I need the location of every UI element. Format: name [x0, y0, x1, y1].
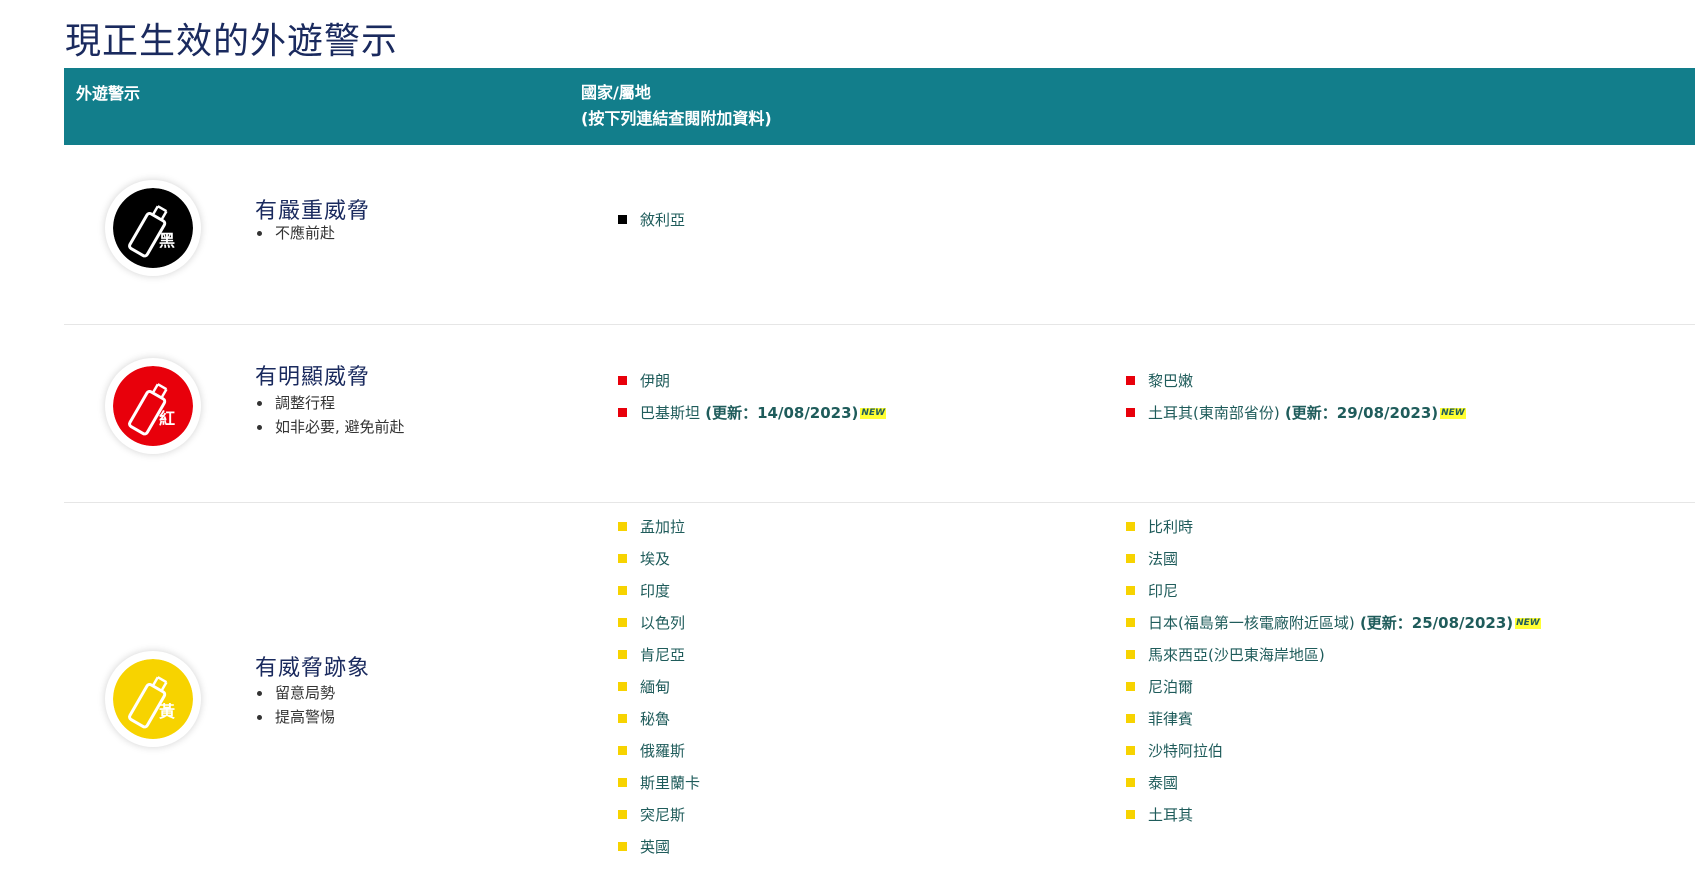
advice-list: 調整行程 如非必要, 避免前赴 — [255, 391, 405, 439]
yellow-square-icon — [618, 554, 627, 563]
yellow-square-icon — [1126, 554, 1135, 563]
country-link[interactable]: 尼泊爾 — [1126, 671, 1541, 703]
advice-item: 調整行程 — [255, 391, 405, 415]
yellow-square-icon — [1126, 586, 1135, 595]
yellow-square-icon — [618, 586, 627, 595]
country-link[interactable]: 菲律賓 — [1126, 703, 1541, 735]
country-link[interactable]: 伊朗 — [618, 365, 886, 397]
yellow-square-icon — [1126, 746, 1135, 755]
alert-row-yellow: 黃 有威脅跡象 留意局勢 提高警惕 孟加拉 埃及 印度 以色列 肯尼亞 緬甸 秘… — [64, 503, 1695, 873]
yellow-square-icon — [618, 778, 627, 787]
black-square-icon — [618, 215, 627, 224]
country-link[interactable]: 日本(福島第一核電廠附近區域) (更新：25/08/2023) NEW — [1126, 607, 1541, 639]
yellow-square-icon — [618, 714, 627, 723]
suitcase-icon: 黃 — [113, 659, 193, 739]
new-badge: NEW — [1515, 618, 1541, 629]
country-link[interactable]: 秘魯 — [618, 703, 700, 735]
yellow-alert-badge: 黃 — [105, 651, 201, 747]
country-link[interactable]: 法國 — [1126, 543, 1541, 575]
badge-char: 紅 — [159, 409, 175, 428]
country-link[interactable]: 馬來西亞(沙巴東海岸地區) — [1126, 639, 1541, 671]
advice-list: 留意局勢 提高警惕 — [255, 681, 335, 729]
red-square-icon — [1126, 376, 1135, 385]
yellow-square-icon — [1126, 778, 1135, 787]
country-link[interactable]: 英國 — [618, 831, 700, 863]
page-title: 現正生效的外遊警示 — [65, 21, 399, 62]
yellow-square-icon — [618, 618, 627, 627]
country-link[interactable]: 黎巴嫩 — [1126, 365, 1466, 397]
header-country-column: 國家/屬地 (按下列連結查閱附加資料) — [581, 80, 772, 132]
yellow-square-icon — [618, 650, 627, 659]
country-list-col1: 敘利亞 — [618, 204, 685, 236]
red-square-icon — [618, 376, 627, 385]
country-link[interactable]: 緬甸 — [618, 671, 700, 703]
yellow-square-icon — [1126, 682, 1135, 691]
advice-item: 提高警惕 — [255, 705, 335, 729]
red-alert-badge: 紅 — [105, 358, 201, 454]
yellow-square-icon — [1126, 810, 1135, 819]
header-country-title: 國家/屬地 — [581, 83, 651, 102]
country-list-col1: 伊朗 巴基斯坦 (更新：14/08/2023) NEW — [618, 365, 887, 429]
black-alert-badge: 黑 — [105, 180, 201, 276]
country-link[interactable]: 土耳其(東南部省份) (更新：29/08/2023) NEW — [1126, 397, 1466, 429]
level-title: 有明顯威脅 — [255, 365, 371, 390]
yellow-square-icon — [1126, 714, 1135, 723]
header-country-subtitle: (按下列連結查閱附加資料) — [581, 109, 772, 128]
badge-char: 黃 — [158, 702, 175, 721]
country-link[interactable]: 泰國 — [1126, 767, 1541, 799]
yellow-square-icon — [1126, 618, 1135, 627]
country-link[interactable]: 孟加拉 — [618, 511, 700, 543]
red-square-icon — [1126, 408, 1135, 417]
new-badge: NEW — [860, 408, 887, 419]
yellow-square-icon — [618, 682, 627, 691]
yellow-square-icon — [618, 810, 627, 819]
header-alert-column: 外遊警示 — [76, 84, 141, 103]
suitcase-icon: 紅 — [113, 366, 193, 446]
new-badge: NEW — [1440, 408, 1466, 419]
country-link[interactable]: 俄羅斯 — [618, 735, 700, 767]
level-title: 有威脅跡象 — [255, 656, 371, 681]
country-list-col2: 黎巴嫩 土耳其(東南部省份) (更新：29/08/2023) NEW — [1126, 365, 1466, 429]
table-header: 外遊警示 國家/屬地 (按下列連結查閱附加資料) — [64, 68, 1695, 145]
country-link[interactable]: 斯里蘭卡 — [618, 767, 700, 799]
country-link[interactable]: 肯尼亞 — [618, 639, 700, 671]
country-link[interactable]: 埃及 — [618, 543, 700, 575]
advice-item: 留意局勢 — [255, 681, 335, 705]
yellow-square-icon — [618, 746, 627, 755]
country-link[interactable]: 比利時 — [1126, 511, 1541, 543]
yellow-square-icon — [618, 842, 627, 851]
advice-item: 不應前赴 — [255, 221, 335, 245]
alert-row-black: 黑 有嚴重威脅 不應前赴 敘利亞 — [64, 145, 1695, 325]
advice-item: 如非必要, 避免前赴 — [255, 415, 405, 439]
country-link[interactable]: 印度 — [618, 575, 700, 607]
country-link[interactable]: 沙特阿拉伯 — [1126, 735, 1541, 767]
travel-alert-table: 外遊警示 國家/屬地 (按下列連結查閱附加資料) 黑 有嚴重威脅 不應前赴 敘利… — [64, 68, 1695, 873]
badge-char: 黑 — [159, 231, 175, 250]
country-link[interactable]: 巴基斯坦 (更新：14/08/2023) NEW — [618, 397, 887, 429]
yellow-square-icon — [618, 522, 627, 531]
yellow-square-icon — [1126, 650, 1135, 659]
advice-list: 不應前赴 — [255, 221, 335, 245]
country-list-col2: 比利時 法國 印尼 日本(福島第一核電廠附近區域) (更新：25/08/2023… — [1126, 511, 1541, 831]
country-link[interactable]: 突尼斯 — [618, 799, 700, 831]
yellow-square-icon — [1126, 522, 1135, 531]
country-link[interactable]: 敘利亞 — [618, 204, 685, 236]
alert-row-red: 紅 有明顯威脅 調整行程 如非必要, 避免前赴 伊朗 巴基斯坦 (更新：14/0… — [64, 325, 1695, 503]
country-link[interactable]: 以色列 — [618, 607, 700, 639]
country-link[interactable]: 印尼 — [1126, 575, 1541, 607]
red-square-icon — [618, 408, 627, 417]
suitcase-icon: 黑 — [113, 188, 193, 268]
country-list-col1: 孟加拉 埃及 印度 以色列 肯尼亞 緬甸 秘魯 俄羅斯 斯里蘭卡 突尼斯 英國 — [618, 511, 700, 863]
country-link[interactable]: 土耳其 — [1126, 799, 1541, 831]
